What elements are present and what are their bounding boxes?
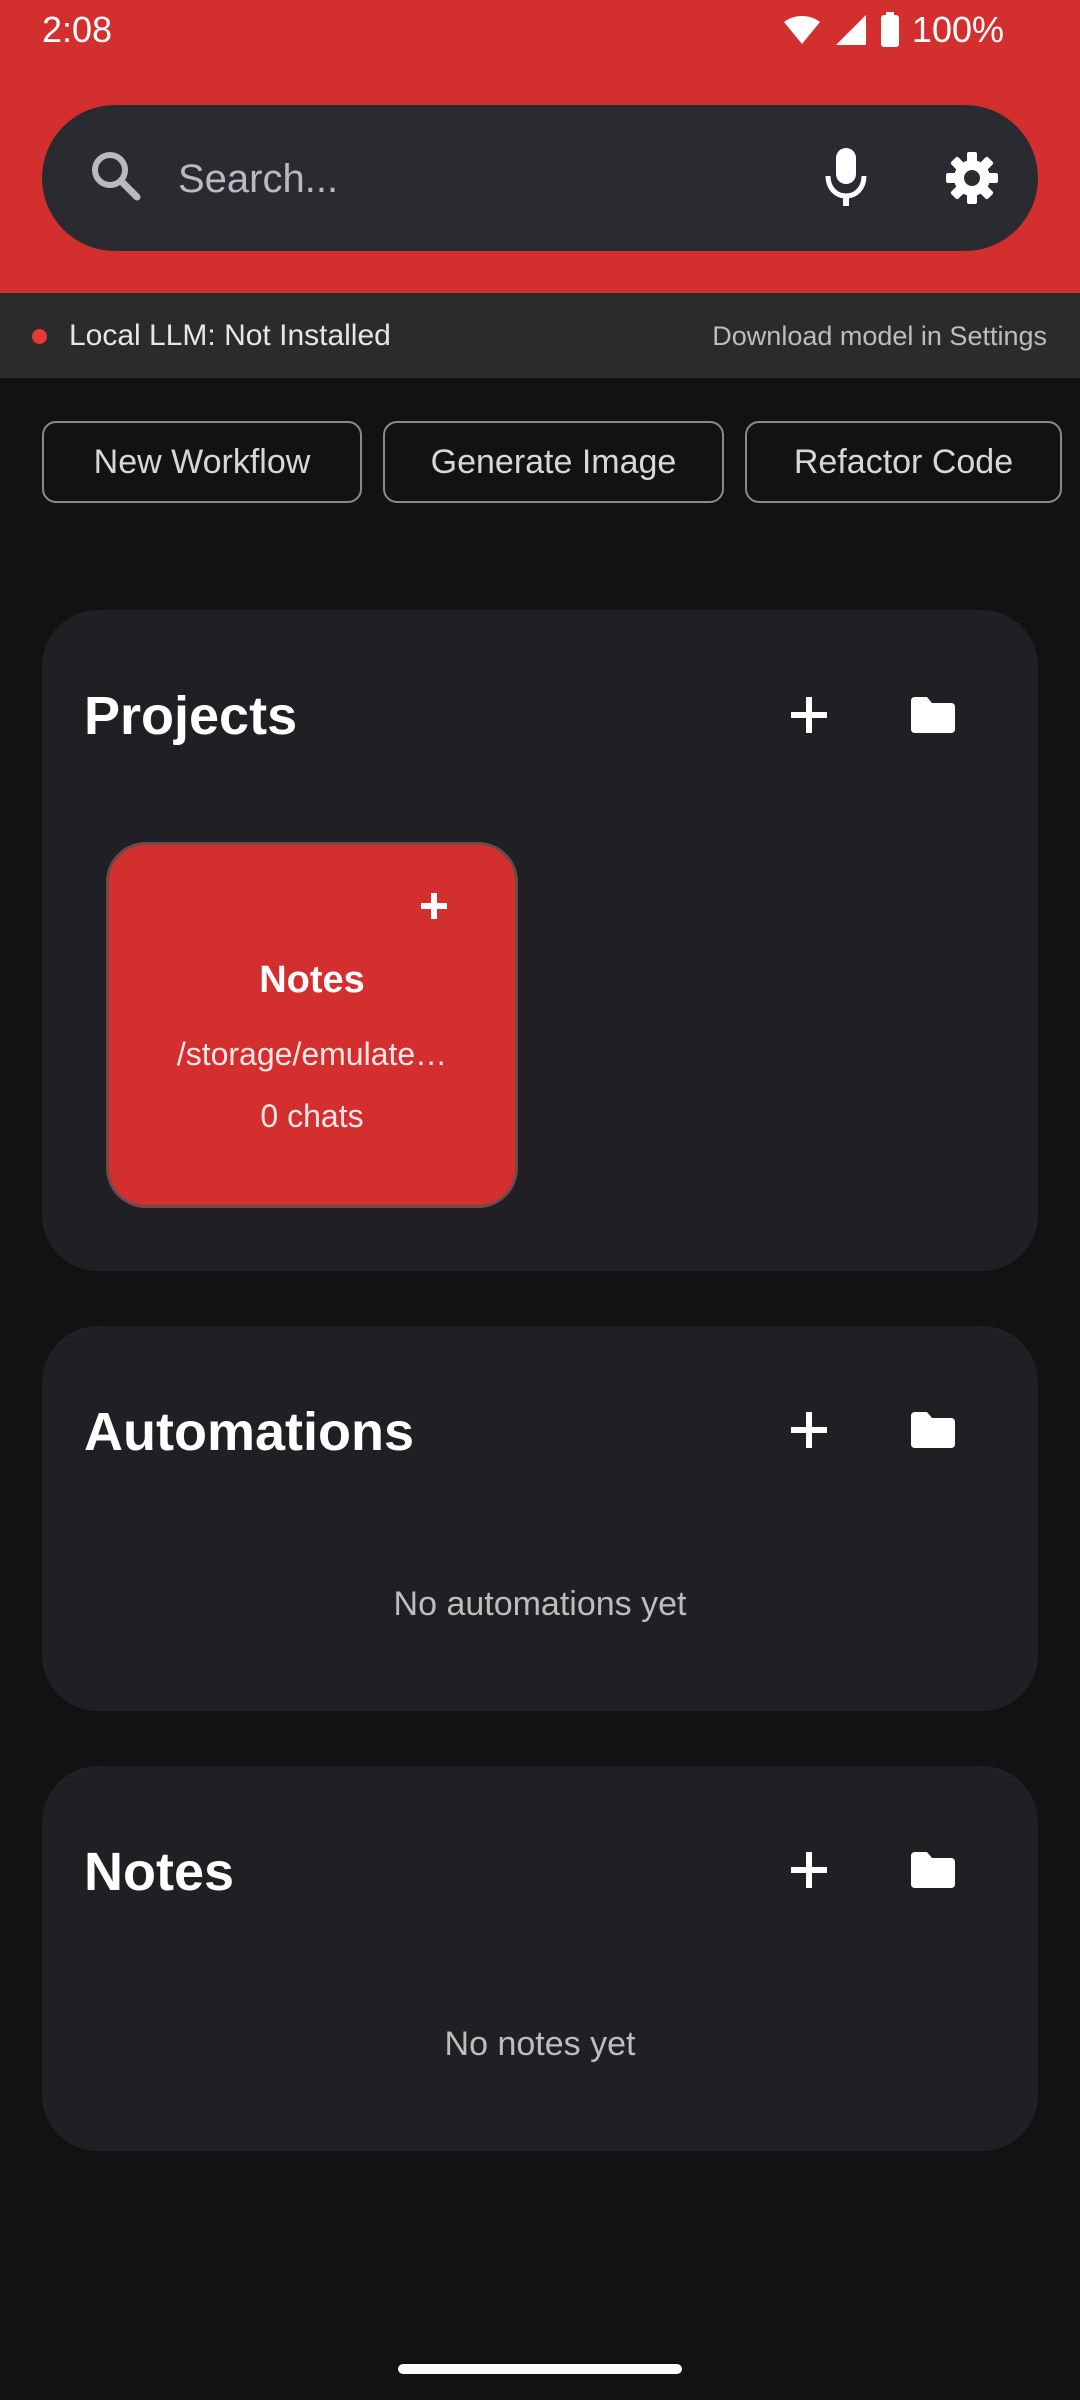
llm-settings-hint[interactable]: Download model in Settings — [712, 318, 1047, 354]
status-time: 2:08 — [42, 9, 113, 50]
generate-image-chip[interactable]: Generate Image — [383, 421, 724, 503]
refactor-code-chip[interactable]: Refactor Code — [745, 421, 1062, 503]
automations-title: Automations — [84, 1402, 414, 1462]
gear-icon[interactable] — [944, 150, 1000, 211]
notes-folder-button[interactable] — [898, 1835, 968, 1905]
folder-icon — [911, 1852, 955, 1888]
cellular-signal-icon — [834, 13, 868, 47]
llm-status-dot — [32, 329, 47, 344]
projects-title: Projects — [84, 686, 298, 746]
project-name: Notes — [259, 959, 365, 1001]
plus-icon — [421, 893, 447, 919]
project-path: /storage/emulate… — [176, 1036, 448, 1072]
status-icons: 100% — [782, 8, 1004, 52]
new-workflow-chip[interactable]: New Workflow — [42, 421, 362, 503]
notes-title: Notes — [84, 1842, 235, 1902]
folder-icon — [911, 1412, 955, 1448]
notes-section — [42, 1766, 1038, 2151]
wifi-icon — [782, 14, 822, 46]
project-chat-count: 0 chats — [260, 1098, 364, 1134]
automations-folder-button[interactable] — [898, 1395, 968, 1465]
home-indicator[interactable] — [398, 2364, 682, 2374]
projects-folder-button[interactable] — [898, 680, 968, 750]
plus-icon — [791, 1412, 827, 1448]
folder-icon — [911, 697, 955, 733]
battery-level: 100% — [911, 9, 1004, 50]
mic-icon[interactable] — [822, 146, 870, 215]
notes-empty-text: No notes yet — [444, 2025, 636, 2063]
automations-empty-text: No automations yet — [393, 1585, 687, 1623]
projects-add-button[interactable] — [774, 680, 844, 750]
plus-icon — [791, 1852, 827, 1888]
plus-icon — [791, 697, 827, 733]
notes-add-button[interactable] — [774, 1835, 844, 1905]
search-input[interactable] — [178, 148, 778, 210]
automations-section — [42, 1326, 1038, 1711]
search-icon — [88, 148, 144, 209]
project-add-chat-button[interactable] — [404, 876, 464, 936]
llm-status-text: Local LLM: Not Installed — [69, 319, 391, 352]
battery-icon — [880, 12, 900, 48]
app-root: 2:08 100% Search... Local LLM: Not Insta… — [0, 0, 1080, 2400]
automations-add-button[interactable] — [774, 1395, 844, 1465]
